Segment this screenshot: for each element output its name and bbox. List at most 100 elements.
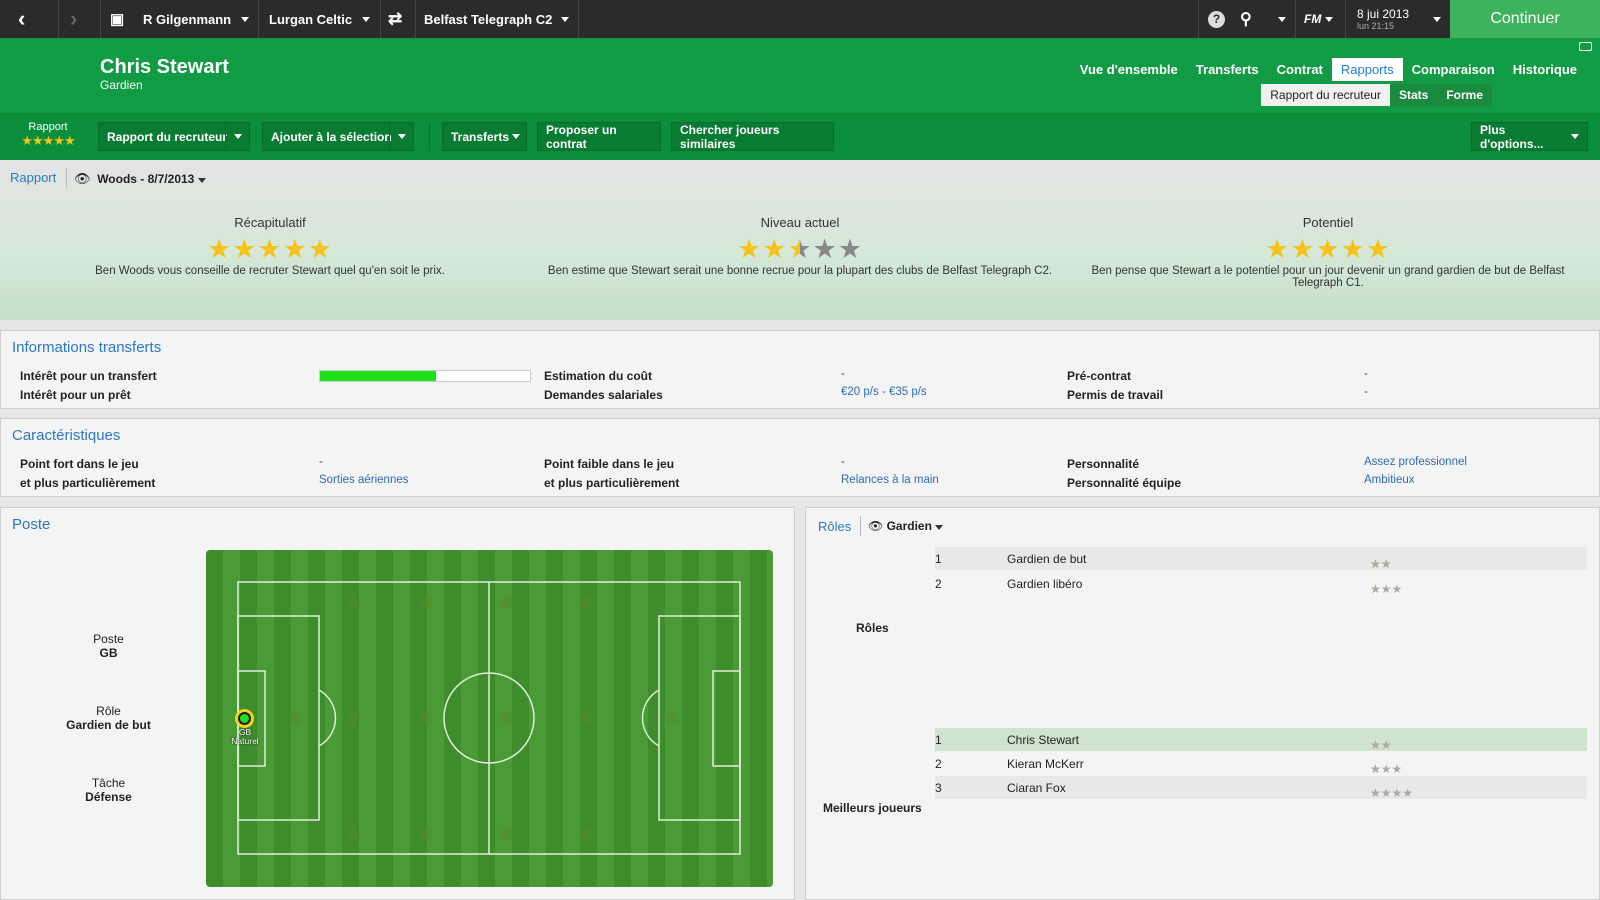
eye-icon: 👁: [868, 519, 884, 533]
help-icon[interactable]: ?: [1208, 0, 1225, 38]
role-row[interactable]: 1 Gardien de but ★★★★★: [935, 547, 1587, 571]
marker-level-label: Naturel: [231, 736, 259, 746]
characteristics-panel: Caractéristiques Point fort dans le jeu …: [0, 418, 1600, 497]
strong-point-label: Point fort dans le jeu: [20, 457, 139, 471]
club-dropdown-icon[interactable]: [362, 0, 370, 38]
personality-value: Assez professionnel: [1364, 456, 1467, 468]
competition-name[interactable]: Belfast Telegraph C2: [424, 0, 552, 38]
current-level-text: Ben estime que Stewart serait une bonne …: [547, 265, 1053, 277]
eye-icon: 👁: [74, 171, 91, 186]
tab-overview[interactable]: Vue d'ensemble: [1071, 58, 1187, 81]
role-rank: 1: [935, 552, 942, 566]
scout-report-dropdown-icon[interactable]: [225, 123, 249, 150]
search-dropdown-icon[interactable]: [1278, 0, 1286, 38]
tab-transfers[interactable]: Transferts: [1187, 58, 1268, 81]
potential-column: Potentiel ★★★★★ Ben pense que Stewart a …: [1068, 215, 1588, 289]
role-label: Rôle: [96, 704, 121, 718]
date-text: 8 jui 2013: [1357, 7, 1410, 21]
shortlist-dropdown-icon[interactable]: [389, 123, 413, 150]
more-options-button[interactable]: Plus d'options...: [1471, 122, 1588, 151]
weak-detail-value: Relances à la main: [841, 474, 939, 486]
personality-label: Personnalité: [1067, 457, 1140, 471]
role-row[interactable]: 2 Gardien libéro ★★★★★: [935, 572, 1587, 596]
competition-dropdown-icon[interactable]: [561, 0, 569, 38]
best-player-name: Kieran McKerr: [1007, 757, 1084, 771]
tab-reports[interactable]: Rapports: [1331, 58, 1403, 81]
role-name: Gardien libéro: [1007, 577, 1083, 591]
window-icon[interactable]: [1579, 42, 1592, 51]
subtab-form[interactable]: Forme: [1437, 84, 1492, 106]
football-pitch: GB Naturel: [206, 550, 773, 887]
characteristics-title: Caractéristiques: [12, 427, 121, 444]
best-player-rank: 3: [935, 781, 942, 795]
forward-icon[interactable]: ›: [70, 0, 77, 38]
role-name: Gardien de but: [1007, 552, 1087, 566]
recap-column: Récapitulatif ★★★★★ Ben Woods vous conse…: [10, 215, 530, 277]
roles-section-label: Rôles: [856, 621, 889, 635]
weak-point-label: Point faible dans le jeu: [544, 457, 675, 471]
current-level-column: Niveau actuel ★★★★★ Ben estime que Stewa…: [540, 215, 1060, 277]
report-summary: Rapport 👁 Woods - 8/7/2013 Récapitulatif…: [0, 160, 1600, 320]
tab-contract[interactable]: Contrat: [1268, 58, 1332, 81]
tab-comparison[interactable]: Comparaison: [1403, 58, 1504, 81]
report-rating-label: Rapport: [28, 121, 68, 133]
best-player-name: Ciaran Fox: [1007, 781, 1066, 795]
strong-point-value: -: [319, 456, 323, 468]
cost-label: Estimation du coût: [544, 369, 652, 383]
best-player-row[interactable]: 2 Kieran McKerr ★★★★★: [935, 752, 1587, 776]
potential-title: Potentiel: [1302, 215, 1354, 230]
continue-button[interactable]: Continuer: [1450, 0, 1600, 38]
back-icon[interactable]: ‹: [18, 0, 25, 38]
sub-tabs: Rapport du recruteur Stats Forme: [1261, 84, 1492, 106]
manager-name[interactable]: R Gilgenmann: [143, 0, 231, 38]
duty-value: Défense: [85, 790, 132, 804]
date-display[interactable]: 8 jui 2013 lun 21:15: [1357, 0, 1409, 38]
transfers-button[interactable]: Transferts: [442, 122, 527, 151]
loan-interest-label: Intérêt pour un prêt: [20, 388, 131, 402]
precontract-value: -: [1364, 368, 1368, 380]
offer-contract-button[interactable]: Proposer un contrat: [537, 122, 661, 151]
report-rating-stars: ★★★★★: [21, 133, 75, 148]
subtab-scout-report[interactable]: Rapport du recruteur: [1261, 84, 1390, 106]
team-personality-label: Personnalité équipe: [1067, 476, 1182, 490]
report-link[interactable]: Rapport: [10, 170, 56, 185]
scout-selector[interactable]: 👁 Woods - 8/7/2013: [74, 171, 206, 187]
search-icon[interactable]: ⚲: [1240, 0, 1252, 38]
player-position-marker[interactable]: [235, 709, 254, 728]
swap-icon[interactable]: ⇄: [388, 0, 402, 38]
weak-point-value: -: [841, 456, 845, 468]
manager-dropdown-icon[interactable]: [241, 0, 249, 38]
club-name[interactable]: Lurgan Celtic: [269, 0, 352, 38]
role-filter-dropdown[interactable]: 👁 Gardien: [868, 519, 944, 533]
duty-label: Tâche: [91, 776, 126, 790]
tab-history[interactable]: Historique: [1504, 58, 1586, 81]
role-filter-value: Gardien: [886, 519, 932, 533]
potential-stars: ★★★★★: [1264, 234, 1392, 264]
best-player-row[interactable]: 3 Ciaran Fox ★ ★★★★: [935, 776, 1587, 800]
team-personality-value: Ambitieux: [1364, 474, 1415, 486]
shortlist-button[interactable]: Ajouter à la sélection: [262, 122, 414, 151]
player-name: Chris Stewart: [100, 56, 229, 78]
position-value: GB: [99, 646, 118, 660]
current-level-stars: ★★★★★: [736, 234, 864, 264]
find-similar-button[interactable]: Chercher joueurs similaires: [671, 122, 834, 151]
best-player-rank: 2: [935, 757, 942, 771]
best-player-rank: 1: [935, 733, 942, 747]
scout-report-button[interactable]: Rapport du recruteur: [98, 122, 250, 151]
subtab-stats[interactable]: Stats: [1390, 84, 1437, 106]
best-player-row[interactable]: 1 Chris Stewart ★★★★★: [935, 728, 1587, 752]
date-dropdown-icon[interactable]: [1433, 0, 1441, 38]
fm-menu[interactable]: FM: [1304, 0, 1333, 38]
potential-text: Ben pense que Stewart a le potentiel pou…: [1091, 265, 1565, 289]
action-toolbar: Rapport ★★★★★ Rapport du recruteur Ajout…: [0, 113, 1600, 160]
top-bar: ‹ › ▣ R Gilgenmann Lurgan Celtic ⇄ Belfa…: [0, 0, 1600, 38]
strong-detail-label: et plus particulièrement: [20, 476, 156, 490]
transfer-info-panel: Informations transferts Intérêt pour un …: [0, 330, 1600, 409]
position-title: Poste: [12, 516, 51, 533]
transfer-info-title: Informations transferts: [12, 339, 162, 356]
current-level-title: Niveau actuel: [760, 215, 840, 230]
player-header: Chris Stewart Gardien Vue d'ensemble Tra…: [0, 38, 1600, 113]
roles-title: Rôles: [818, 519, 852, 534]
role-value: Gardien de but: [66, 718, 151, 732]
best-player-name: Chris Stewart: [1007, 733, 1080, 747]
